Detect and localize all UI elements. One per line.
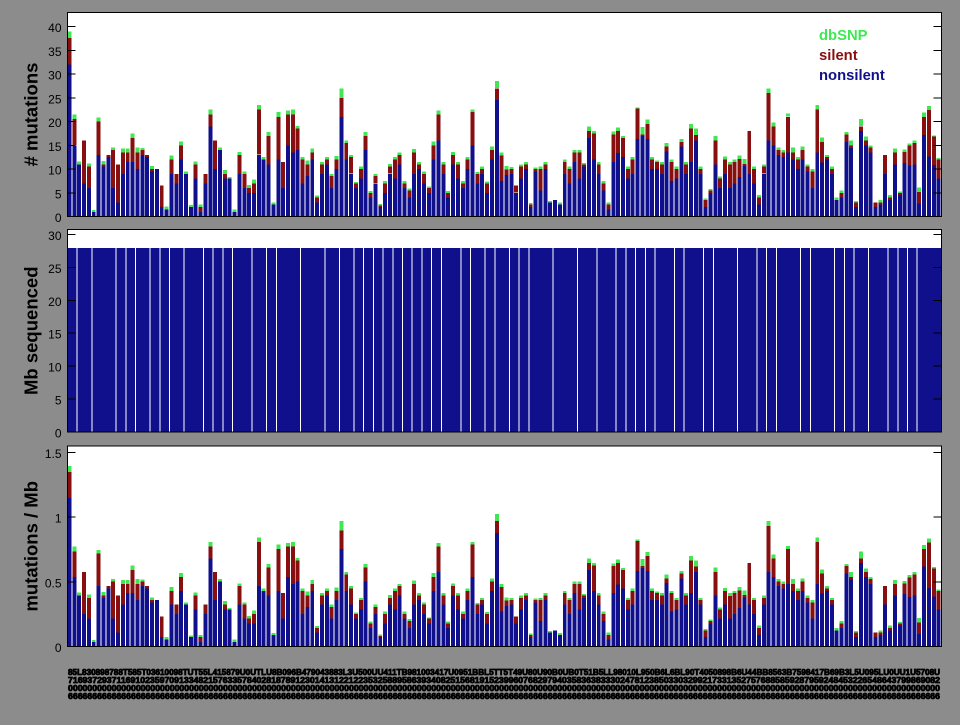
svg-text:10: 10 [48,361,62,375]
svg-text:30: 30 [48,69,62,83]
svg-text:0: 0 [55,211,62,225]
svg-text:15: 15 [48,328,62,342]
svg-text:nonsilent: nonsilent [819,68,885,84]
svg-text:20: 20 [48,116,62,130]
svg-text:30: 30 [48,229,62,243]
svg-text:0: 0 [55,641,62,655]
svg-text:666666666666666666666666666666: 6666666666666666666666666666666666666666… [68,691,940,701]
svg-text:5: 5 [55,187,62,201]
svg-text:1.5: 1.5 [45,447,62,461]
svg-text:1: 1 [55,512,62,526]
svg-text:20: 20 [48,295,62,309]
svg-text:dbSNP: dbSNP [819,28,868,44]
svg-text:Mb sequenced: Mb sequenced [21,267,42,396]
svg-text:10: 10 [48,164,62,178]
svg-text:# mutations: # mutations [21,63,42,167]
svg-text:0.5: 0.5 [45,576,62,590]
svg-text:mutations / Mb: mutations / Mb [21,481,42,612]
svg-text:0: 0 [55,427,62,441]
svg-text:5: 5 [55,394,62,408]
svg-text:silent: silent [819,48,858,64]
svg-text:35: 35 [48,45,62,59]
svg-text:25: 25 [48,92,62,106]
svg-text:40: 40 [48,21,62,35]
svg-text:15: 15 [48,140,62,154]
svg-text:25: 25 [48,262,62,276]
